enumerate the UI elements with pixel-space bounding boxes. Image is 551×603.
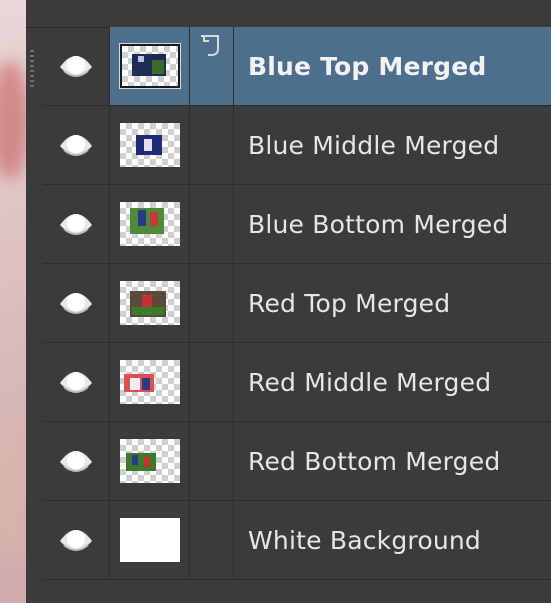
layer-row-red-middle-merged[interactable]: Red Middle Merged	[43, 343, 551, 422]
eye-icon	[60, 56, 92, 77]
layer-link-cell	[190, 501, 234, 579]
visibility-toggle[interactable]	[43, 422, 110, 500]
layer-thumbnail	[119, 202, 180, 246]
layer-name[interactable]: Red Bottom Merged	[234, 422, 551, 500]
layers-panel: Blue Top Merged Blue Middle Merged Blue …	[26, 0, 551, 603]
panel-header	[26, 0, 551, 28]
layer-thumbnail-cell[interactable]	[110, 106, 190, 184]
layer-link-cell	[190, 185, 234, 263]
layer-name[interactable]: Red Top Merged	[234, 264, 551, 342]
layer-name[interactable]: Blue Bottom Merged	[234, 185, 551, 263]
layer-link-cell	[190, 343, 234, 421]
visibility-toggle[interactable]	[43, 501, 110, 579]
layer-row-red-bottom-merged[interactable]: Red Bottom Merged	[43, 422, 551, 501]
layer-thumbnail-cell[interactable]	[110, 343, 190, 421]
layer-thumbnail	[118, 43, 181, 89]
layer-thumbnail	[119, 281, 180, 325]
layer-name[interactable]: Blue Top Merged	[234, 27, 551, 105]
layer-thumbnail-cell[interactable]	[110, 422, 190, 500]
layer-row-blue-top-merged[interactable]: Blue Top Merged	[43, 27, 551, 106]
layer-link-cell	[190, 422, 234, 500]
layer-link-cell[interactable]	[190, 27, 234, 105]
layer-name[interactable]: Blue Middle Merged	[234, 106, 551, 184]
eye-icon	[60, 372, 92, 393]
layer-name[interactable]: Red Middle Merged	[234, 343, 551, 421]
layer-list: Blue Top Merged Blue Middle Merged Blue …	[43, 27, 551, 580]
eye-icon	[60, 293, 92, 314]
layer-link-cell	[190, 264, 234, 342]
layer-name[interactable]: White Background	[234, 501, 551, 579]
layer-row-white-background[interactable]: White Background	[43, 501, 551, 580]
layer-row-blue-bottom-merged[interactable]: Blue Bottom Merged	[43, 185, 551, 264]
visibility-toggle[interactable]	[43, 343, 110, 421]
layer-thumbnail-cell[interactable]	[110, 185, 190, 263]
layer-thumbnail-cell[interactable]	[110, 501, 190, 579]
layer-thumbnail	[119, 360, 180, 404]
visibility-toggle[interactable]	[43, 264, 110, 342]
clipping-mask-icon	[201, 35, 219, 56]
layer-thumbnail	[119, 518, 180, 562]
eye-icon	[60, 135, 92, 156]
visibility-toggle[interactable]	[43, 185, 110, 263]
drag-grip-handle[interactable]	[30, 50, 36, 100]
layer-row-blue-middle-merged[interactable]: Blue Middle Merged	[43, 106, 551, 185]
eye-icon	[60, 451, 92, 472]
visibility-toggle[interactable]	[43, 27, 110, 105]
layer-thumbnail-cell[interactable]	[110, 27, 190, 105]
layer-thumbnail	[119, 439, 180, 483]
layer-row-red-top-merged[interactable]: Red Top Merged	[43, 264, 551, 343]
visibility-toggle[interactable]	[43, 106, 110, 184]
layer-thumbnail	[119, 123, 180, 167]
layer-link-cell	[190, 106, 234, 184]
layer-thumbnail-cell[interactable]	[110, 264, 190, 342]
eye-icon	[60, 214, 92, 235]
eye-icon	[60, 530, 92, 551]
